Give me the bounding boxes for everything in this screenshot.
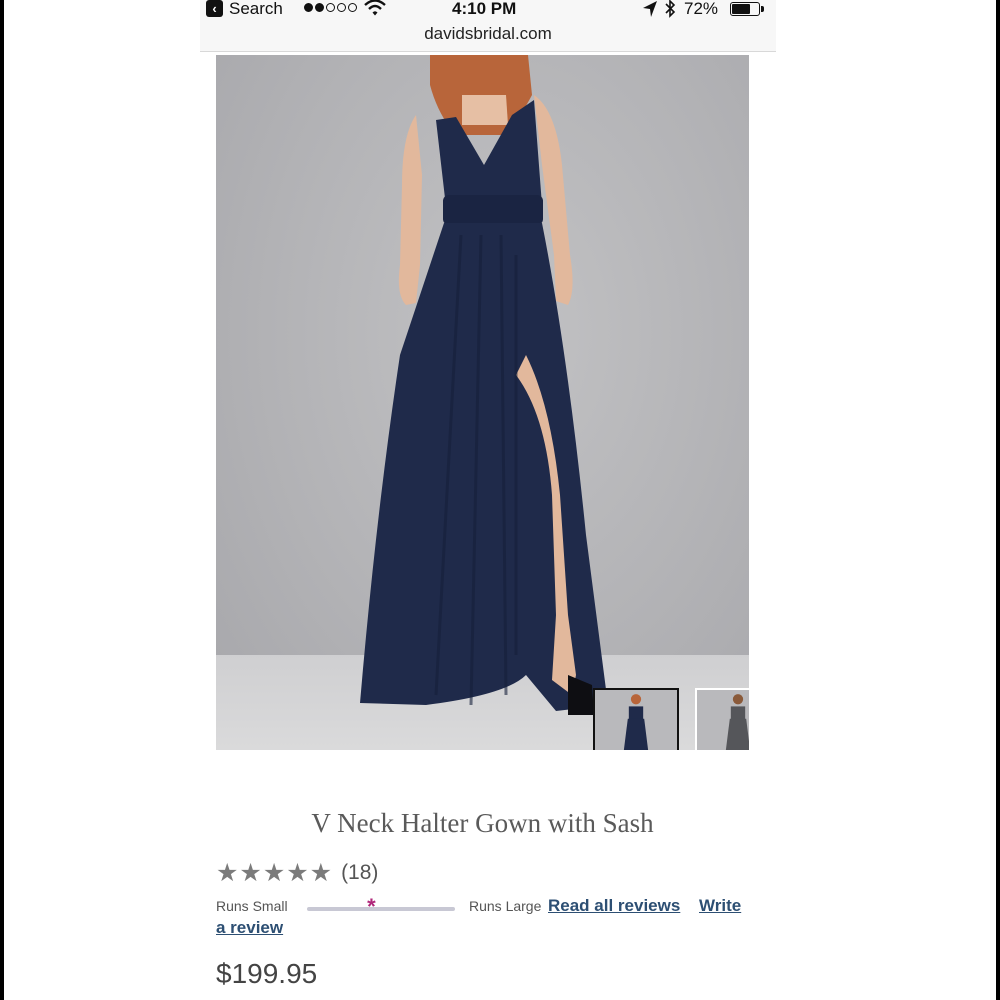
product-title: V Neck Halter Gown with Sash: [311, 808, 654, 838]
address-bar-url[interactable]: davidsbridal.com: [200, 24, 776, 44]
review-count: (18): [341, 861, 379, 884]
back-arrow-icon[interactable]: ‹: [206, 0, 223, 17]
fit-runs-small-label: Runs Small: [216, 898, 288, 914]
battery-fill: [732, 4, 750, 14]
cell-signal-icon: [304, 3, 357, 12]
bluetooth-icon: [665, 0, 676, 18]
thumbnail-back-figure: [697, 690, 749, 750]
battery-nub: [761, 6, 764, 12]
signal-dot: [315, 3, 324, 12]
fit-runs-large-label: Runs Large: [469, 898, 542, 914]
status-bar: ‹ Search 4:10 PM 72%: [200, 0, 776, 20]
thumbnail-front-figure: [595, 690, 677, 750]
phone-screen: ‹ Search 4:10 PM 72% davidsbridal.com V …: [4, 0, 996, 1000]
clock: 4:10 PM: [452, 0, 517, 18]
thumbnail-back-view[interactable]: [695, 688, 749, 750]
back-to-search-label[interactable]: Search: [229, 0, 283, 19]
battery-icon: [730, 2, 764, 16]
fit-scale-track: *: [307, 896, 455, 918]
browser-top-bar: ‹ Search 4:10 PM 72% davidsbridal.com: [200, 0, 776, 52]
product-main-image[interactable]: [216, 55, 749, 750]
signal-dot: [304, 3, 313, 12]
signal-dot: [337, 3, 346, 12]
write-a-review-link[interactable]: Write: [699, 896, 741, 916]
signal-dot: [348, 3, 357, 12]
signal-dot: [326, 3, 335, 12]
location-arrow-icon: [643, 1, 657, 17]
thumbnail-front-view[interactable]: [593, 688, 679, 750]
fit-and-review-links: Runs Small * Runs Large Read all reviews…: [216, 895, 756, 939]
star-rating-icon: ★★★★★: [216, 859, 334, 887]
rating-summary[interactable]: ★★★★★ (18): [216, 859, 378, 887]
model-in-gown-illustration: [360, 55, 608, 715]
product-price: $199.95: [216, 958, 318, 989]
battery-percentage: 72%: [684, 0, 719, 18]
wifi-icon: [364, 0, 386, 16]
write-a-review-link-continued[interactable]: a review: [216, 918, 283, 938]
fit-marker-asterisk-icon: *: [367, 894, 376, 919]
read-all-reviews-link[interactable]: Read all reviews: [548, 896, 680, 916]
